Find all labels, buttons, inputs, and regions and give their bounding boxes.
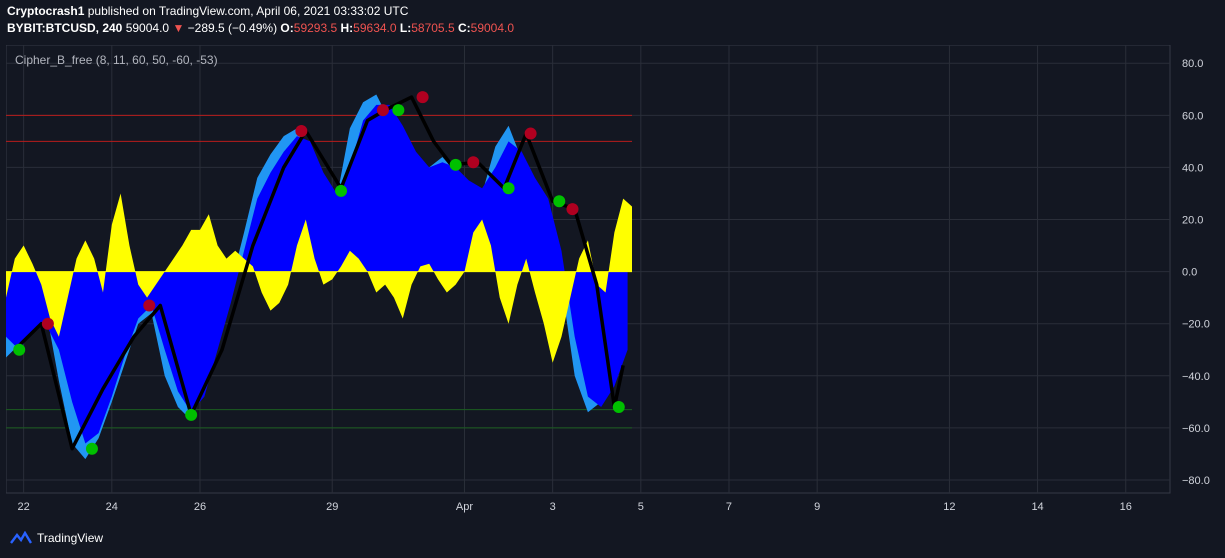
buy-dot (85, 442, 98, 455)
y-tick-label: −60.0 (1182, 423, 1210, 435)
buy-dot (13, 343, 26, 356)
high-label: H: (340, 21, 354, 35)
footer-brand: TradingView (10, 531, 103, 545)
indicator-plot[interactable]: 80.0 60.0 40.0 20.0 0.0 −20.0 −40.0 −60.0 −80.0 2… (6, 45, 1218, 523)
y-tick-label: 80.0 (1182, 58, 1203, 70)
buy-dot (335, 184, 348, 197)
published-text: published on TradingView.com, April 06, … (87, 4, 409, 18)
x-tick-label: 3 (550, 501, 556, 513)
sell-dot (295, 124, 308, 137)
down-arrow-icon: ▼ (172, 21, 185, 35)
x-tick-label: 7 (726, 501, 732, 513)
sell-dot (467, 156, 480, 169)
buy-dot (553, 195, 566, 208)
indicator-label[interactable]: Cipher_B_free (8, 11, 60, 50, -60, -53) (15, 53, 218, 67)
brand-name: TradingView (37, 531, 104, 545)
x-tick-label: 16 (1120, 501, 1132, 513)
x-tick-label: 24 (106, 501, 118, 513)
x-tick-label: 22 (18, 501, 30, 513)
x-tick-label: 5 (638, 501, 644, 513)
author-name[interactable]: Cryptocrash1 (7, 4, 84, 18)
sell-dot (416, 91, 429, 104)
x-tick-label: 9 (814, 501, 820, 513)
low-value: 58705.5 (411, 21, 455, 35)
x-tick-label: 12 (943, 501, 955, 513)
ohlc-bar: BYBIT:BTCUSD, 240 59004.0 ▼ −289.5 (−0.4… (7, 21, 514, 35)
chart-pane[interactable]: 80.0 60.0 40.0 20.0 0.0 −20.0 −40.0 −60.0 −80.0 2… (6, 45, 1210, 513)
x-tick-label: 26 (194, 501, 206, 513)
buy-dot (612, 401, 625, 414)
open-label: O: (280, 21, 294, 35)
close-label: C: (457, 21, 471, 35)
y-tick-label: −40.0 (1182, 371, 1210, 383)
high-value: 59634.0 (353, 21, 397, 35)
x-tick-label: 14 (1031, 501, 1043, 513)
buy-dot (502, 182, 515, 195)
buy-dot (449, 158, 462, 171)
y-tick-label: 60.0 (1182, 110, 1203, 122)
x-tick-label: 29 (326, 501, 338, 513)
sell-dot (566, 203, 579, 216)
y-tick-label: 40.0 (1182, 162, 1203, 174)
buy-dot (392, 104, 405, 117)
y-tick-label: −80.0 (1182, 475, 1210, 487)
sell-dot (376, 104, 389, 117)
symbol-label: BYBIT:BTCUSD, 240 (7, 21, 123, 35)
low-label: L: (399, 21, 412, 35)
last-price: 59004.0 (125, 21, 170, 35)
sell-dot (143, 299, 156, 312)
y-tick-label: 0.0 (1182, 267, 1197, 279)
sell-dot (41, 317, 54, 330)
close-value: 59004.0 (470, 21, 515, 35)
x-tick-label: Apr (456, 501, 473, 513)
sell-dot (524, 127, 537, 140)
y-tick-label: 20.0 (1182, 215, 1203, 227)
price-change: −289.5 (−0.49%) (187, 21, 278, 35)
open-value: 59293.5 (293, 21, 338, 35)
tradingview-logo-icon (10, 531, 32, 544)
publish-info: Cryptocrash1 published on TradingView.co… (7, 4, 408, 18)
buy-dot (185, 408, 198, 421)
y-tick-label: −20.0 (1182, 319, 1210, 331)
